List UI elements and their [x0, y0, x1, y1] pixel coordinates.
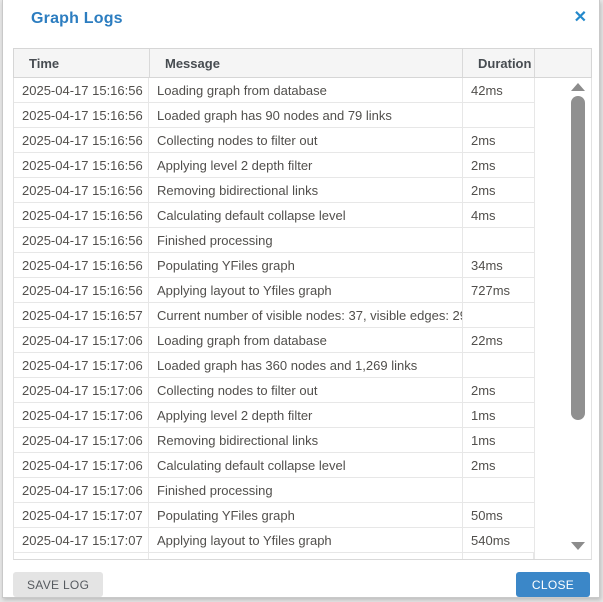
graph-logs-dialog: Graph Logs ✕ Time Message Duration 2025-… — [2, 0, 600, 598]
cell-time: 2025-04-17 15:17:06 — [14, 478, 149, 502]
cell-duration: 4ms — [463, 203, 535, 227]
cell-duration: 727ms — [463, 278, 535, 302]
table-row: 2025-04-17 15:17:06 Finished processing — [14, 478, 535, 503]
cell-message: Current number of visible nodes: 37, vis… — [149, 303, 463, 327]
column-header-message: Message — [150, 49, 463, 77]
cell-time: 2025-04-17 15:17:06 — [14, 428, 149, 452]
cell-message: Populating YFiles graph — [149, 503, 463, 527]
table-row-partial — [14, 553, 535, 560]
cell-message: Applying layout to Yfiles graph — [149, 278, 463, 302]
cell-time: 2025-04-17 15:16:56 — [14, 78, 149, 102]
table-row: 2025-04-17 15:17:06 Loading graph from d… — [14, 328, 535, 353]
cell-duration: 42ms — [463, 78, 535, 102]
cell-time: 2025-04-17 15:16:56 — [14, 278, 149, 302]
cell-time: 2025-04-17 15:16:56 — [14, 128, 149, 152]
log-table: Time Message Duration 2025-04-17 15:16:5… — [13, 48, 592, 560]
cell-time: 2025-04-17 15:17:06 — [14, 378, 149, 402]
save-log-button[interactable]: SAVE LOG — [13, 572, 103, 597]
table-scroll-body[interactable]: 2025-04-17 15:16:56 Loading graph from d… — [13, 78, 592, 560]
cell-message: Loaded graph has 360 nodes and 1,269 lin… — [149, 353, 463, 377]
cell-duration: 50ms — [463, 503, 535, 527]
cell-duration — [463, 303, 535, 327]
table-row: 2025-04-17 15:16:56 Loading graph from d… — [14, 78, 535, 103]
cell-message: Applying level 2 depth filter — [149, 403, 463, 427]
cell-message: Loading graph from database — [149, 328, 463, 352]
table-header-row: Time Message Duration — [13, 48, 592, 78]
cell-duration: 2ms — [463, 453, 535, 477]
cell-time: 2025-04-17 15:17:06 — [14, 453, 149, 477]
cell-time: 2025-04-17 15:16:56 — [14, 178, 149, 202]
cell-time: 2025-04-17 15:16:56 — [14, 203, 149, 227]
column-header-spacer — [535, 49, 591, 77]
cell-message: Applying level 2 depth filter — [149, 153, 463, 177]
table-row: 2025-04-17 15:17:06 Collecting nodes to … — [14, 378, 535, 403]
table-row: 2025-04-17 15:16:56 Loaded graph has 90 … — [14, 103, 535, 128]
cell-time: 2025-04-17 15:17:07 — [14, 503, 149, 527]
cell-duration — [463, 478, 535, 502]
cell-message: Calculating default collapse level — [149, 453, 463, 477]
cell-message: Loaded graph has 90 nodes and 79 links — [149, 103, 463, 127]
cell-message: Collecting nodes to filter out — [149, 128, 463, 152]
table-row: 2025-04-17 15:16:56 Collecting nodes to … — [14, 128, 535, 153]
cell-duration: 540ms — [463, 528, 535, 552]
cell-duration: 34ms — [463, 253, 535, 277]
cell-duration: 1ms — [463, 428, 535, 452]
cell-message: Loading graph from database — [149, 78, 463, 102]
table-row: 2025-04-17 15:16:56 Applying layout to Y… — [14, 278, 535, 303]
cell-duration — [463, 353, 535, 377]
table-row: 2025-04-17 15:16:57 Current number of vi… — [14, 303, 535, 328]
cell-time: 2025-04-17 15:16:57 — [14, 303, 149, 327]
table-rows: 2025-04-17 15:16:56 Loading graph from d… — [14, 78, 535, 553]
table-row: 2025-04-17 15:16:56 Finished processing — [14, 228, 535, 253]
cell-duration: 2ms — [463, 153, 535, 177]
close-button[interactable]: CLOSE — [516, 572, 590, 597]
table-row: 2025-04-17 15:17:07 Populating YFiles gr… — [14, 503, 535, 528]
cell-time: 2025-04-17 15:17:07 — [14, 528, 149, 552]
table-row: 2025-04-17 15:16:56 Populating YFiles gr… — [14, 253, 535, 278]
table-row: 2025-04-17 15:17:07 Applying layout to Y… — [14, 528, 535, 553]
table-row: 2025-04-17 15:17:06 Applying level 2 dep… — [14, 403, 535, 428]
cell-duration: 2ms — [463, 378, 535, 402]
scrollbar-thumb[interactable] — [571, 96, 585, 420]
cell-message: Finished processing — [149, 228, 463, 252]
cell-duration — [463, 228, 535, 252]
cell-message: Calculating default collapse level — [149, 203, 463, 227]
cell-time: 2025-04-17 15:16:56 — [14, 253, 149, 277]
scrollbar-up-icon[interactable] — [571, 83, 585, 91]
cell-message: Finished processing — [149, 478, 463, 502]
cell-duration — [463, 103, 535, 127]
cell-time: 2025-04-17 15:17:06 — [14, 328, 149, 352]
cell-message: Removing bidirectional links — [149, 178, 463, 202]
table-row: 2025-04-17 15:16:56 Calculating default … — [14, 203, 535, 228]
cell-message: Removing bidirectional links — [149, 428, 463, 452]
cell-time: 2025-04-17 15:17:06 — [14, 353, 149, 377]
dialog-title: Graph Logs — [31, 10, 123, 28]
cell-duration: 1ms — [463, 403, 535, 427]
table-row: 2025-04-17 15:17:06 Calculating default … — [14, 453, 535, 478]
cell-time: 2025-04-17 15:17:06 — [14, 403, 149, 427]
scrollbar-down-icon[interactable] — [571, 542, 585, 550]
cell-time: 2025-04-17 15:16:56 — [14, 228, 149, 252]
cell-duration: 2ms — [463, 178, 535, 202]
cell-duration: 2ms — [463, 128, 535, 152]
column-header-duration: Duration — [463, 49, 535, 77]
scrollbar-track[interactable] — [570, 80, 586, 557]
cell-time: 2025-04-17 15:16:56 — [14, 153, 149, 177]
table-row: 2025-04-17 15:17:06 Removing bidirection… — [14, 428, 535, 453]
cell-message: Collecting nodes to filter out — [149, 378, 463, 402]
cell-message: Applying layout to Yfiles graph — [149, 528, 463, 552]
column-header-time: Time — [14, 49, 150, 77]
cell-duration: 22ms — [463, 328, 535, 352]
table-row: 2025-04-17 15:16:56 Removing bidirection… — [14, 178, 535, 203]
cell-message: Populating YFiles graph — [149, 253, 463, 277]
table-row: 2025-04-17 15:17:06 Loaded graph has 360… — [14, 353, 535, 378]
cell-time: 2025-04-17 15:16:56 — [14, 103, 149, 127]
table-row: 2025-04-17 15:16:56 Applying level 2 dep… — [14, 153, 535, 178]
close-icon[interactable]: ✕ — [574, 8, 587, 28]
